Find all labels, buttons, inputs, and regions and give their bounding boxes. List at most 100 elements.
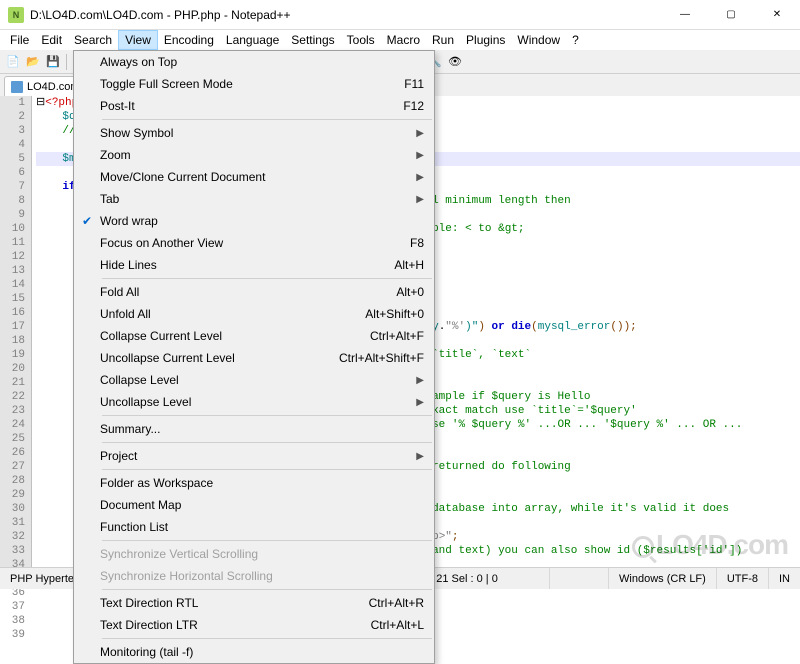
- menu-item-accelerator: Alt+H: [374, 258, 424, 272]
- menu-item-zoom[interactable]: Zoom▶: [74, 144, 434, 166]
- menu-item-function-list[interactable]: Function List: [74, 516, 434, 538]
- menu-item-label: Summary...: [100, 422, 424, 436]
- line-number: 9: [0, 208, 25, 222]
- status-encoding: UTF-8: [717, 568, 769, 589]
- menu-item-label: Text Direction RTL: [100, 596, 349, 610]
- line-number: 8: [0, 194, 25, 208]
- titlebar: N D:\LO4D.com\LO4D.com - PHP.php - Notep…: [0, 0, 800, 30]
- menu-tools[interactable]: Tools: [341, 31, 381, 49]
- menu-item-focus-on-another-view[interactable]: Focus on Another ViewF8: [74, 232, 434, 254]
- minimize-button[interactable]: —: [662, 0, 708, 30]
- menu-item-accelerator: F8: [390, 236, 424, 250]
- menu-item-label: Synchronize Horizontal Scrolling: [100, 569, 424, 583]
- menu-item-accelerator: Alt+Shift+0: [345, 307, 424, 321]
- menu-window[interactable]: Window: [511, 31, 566, 49]
- menu-item-label: Collapse Current Level: [100, 329, 350, 343]
- submenu-arrow-icon: ▶: [416, 172, 424, 183]
- line-number: 29: [0, 488, 25, 502]
- menu-edit[interactable]: Edit: [35, 31, 68, 49]
- menu-item-summary-[interactable]: Summary...: [74, 418, 434, 440]
- menu-item-accelerator: Ctrl+Alt+Shift+F: [319, 351, 424, 365]
- menu-item-label: Show Symbol: [100, 126, 408, 140]
- menu-item-text-direction-rtl[interactable]: Text Direction RTLCtrl+Alt+R: [74, 592, 434, 614]
- toolbar-button-1[interactable]: 📂: [24, 53, 42, 71]
- menu-item-label: Text Direction LTR: [100, 618, 351, 632]
- menu-item-synchronize-horizontal-scrolling: Synchronize Horizontal Scrolling: [74, 565, 434, 587]
- line-number: 15: [0, 292, 25, 306]
- menu-item-toggle-full-screen-mode[interactable]: Toggle Full Screen ModeF11: [74, 73, 434, 95]
- menu-item-label: Collapse Level: [100, 373, 408, 387]
- menu-item-label: Always on Top: [100, 55, 424, 69]
- menu-item-label: Folder as Workspace: [100, 476, 424, 490]
- menu-item-synchronize-vertical-scrolling: Synchronize Vertical Scrolling: [74, 543, 434, 565]
- menu-plugins[interactable]: Plugins: [460, 31, 511, 49]
- toolbar-button-0[interactable]: 📄: [4, 53, 22, 71]
- view-menu-dropdown: Always on TopToggle Full Screen ModeF11P…: [73, 50, 435, 664]
- menu-item-document-map[interactable]: Document Map: [74, 494, 434, 516]
- menu-item-unfold-all[interactable]: Unfold AllAlt+Shift+0: [74, 303, 434, 325]
- menu-item-label: Toggle Full Screen Mode: [100, 77, 384, 91]
- menu-item-label: Synchronize Vertical Scrolling: [100, 547, 424, 561]
- menu-item-label: Uncollapse Level: [100, 395, 408, 409]
- line-number: 22: [0, 390, 25, 404]
- menu-settings[interactable]: Settings: [285, 31, 340, 49]
- menu-item-monitoring-tail-f-[interactable]: Monitoring (tail -f): [74, 641, 434, 663]
- menu-item-fold-all[interactable]: Fold AllAlt+0: [74, 281, 434, 303]
- line-number: 23: [0, 404, 25, 418]
- menu-search[interactable]: Search: [68, 31, 118, 49]
- toolbar-button-20[interactable]: 👁: [446, 53, 464, 71]
- line-number: 28: [0, 474, 25, 488]
- status-filler: [550, 568, 609, 589]
- menu-help[interactable]: ?: [566, 31, 585, 49]
- menu-item-label: Project: [100, 449, 408, 463]
- line-number: 37: [0, 600, 25, 614]
- menu-item-label: Function List: [100, 520, 424, 534]
- line-number: 3: [0, 124, 25, 138]
- menu-encoding[interactable]: Encoding: [158, 31, 220, 49]
- menu-item-always-on-top[interactable]: Always on Top: [74, 51, 434, 73]
- menu-item-text-direction-ltr[interactable]: Text Direction LTRCtrl+Alt+L: [74, 614, 434, 636]
- line-number: 7: [0, 180, 25, 194]
- line-number: 31: [0, 516, 25, 530]
- window-title: D:\LO4D.com\LO4D.com - PHP.php - Notepad…: [30, 8, 662, 22]
- menu-item-hide-lines[interactable]: Hide LinesAlt+H: [74, 254, 434, 276]
- close-button[interactable]: ✕: [754, 0, 800, 30]
- watermark: LO4D.com: [632, 529, 788, 561]
- maximize-button[interactable]: ▢: [708, 0, 754, 30]
- menu-item-accelerator: F12: [383, 99, 424, 113]
- line-number-gutter: 1234567891011121314151617181920212223242…: [0, 96, 32, 567]
- menu-language[interactable]: Language: [220, 31, 285, 49]
- menu-item-label: Uncollapse Current Level: [100, 351, 319, 365]
- line-number: 25: [0, 432, 25, 446]
- menu-item-move-clone-current-document[interactable]: Move/Clone Current Document ▶: [74, 166, 434, 188]
- submenu-arrow-icon: ▶: [416, 375, 424, 386]
- menu-item-accelerator: Ctrl+Alt+R: [349, 596, 424, 610]
- line-number: 30: [0, 502, 25, 516]
- menu-item-show-symbol[interactable]: Show Symbol▶: [74, 122, 434, 144]
- toolbar-button-2[interactable]: 💾: [44, 53, 62, 71]
- line-number: 16: [0, 306, 25, 320]
- menu-view[interactable]: View: [118, 30, 158, 50]
- menu-item-collapse-level[interactable]: Collapse Level ▶: [74, 369, 434, 391]
- menu-item-label: Word wrap: [100, 214, 424, 228]
- menu-item-accelerator: Ctrl+Alt+F: [350, 329, 424, 343]
- menu-item-label: Move/Clone Current Document: [100, 170, 408, 184]
- menu-item-word-wrap[interactable]: ✔Word wrap: [74, 210, 434, 232]
- menu-item-project[interactable]: Project▶: [74, 445, 434, 467]
- menu-item-post-it[interactable]: Post-ItF12: [74, 95, 434, 117]
- menu-item-folder-as-workspace[interactable]: Folder as Workspace: [74, 472, 434, 494]
- menu-macro[interactable]: Macro: [381, 31, 426, 49]
- line-number: 18: [0, 334, 25, 348]
- menu-item-label: Post-It: [100, 99, 383, 113]
- menu-run[interactable]: Run: [426, 31, 460, 49]
- line-number: 2: [0, 110, 25, 124]
- menu-item-accelerator: F11: [384, 77, 424, 91]
- menu-item-collapse-current-level[interactable]: Collapse Current LevelCtrl+Alt+F: [74, 325, 434, 347]
- menu-item-tab[interactable]: Tab▶: [74, 188, 434, 210]
- line-number: 11: [0, 236, 25, 250]
- line-number: 19: [0, 348, 25, 362]
- menu-item-uncollapse-current-level[interactable]: Uncollapse Current LevelCtrl+Alt+Shift+F: [74, 347, 434, 369]
- menubar: FileEditSearchViewEncodingLanguageSettin…: [0, 30, 800, 50]
- menu-item-uncollapse-level[interactable]: Uncollapse Level▶: [74, 391, 434, 413]
- menu-file[interactable]: File: [4, 31, 35, 49]
